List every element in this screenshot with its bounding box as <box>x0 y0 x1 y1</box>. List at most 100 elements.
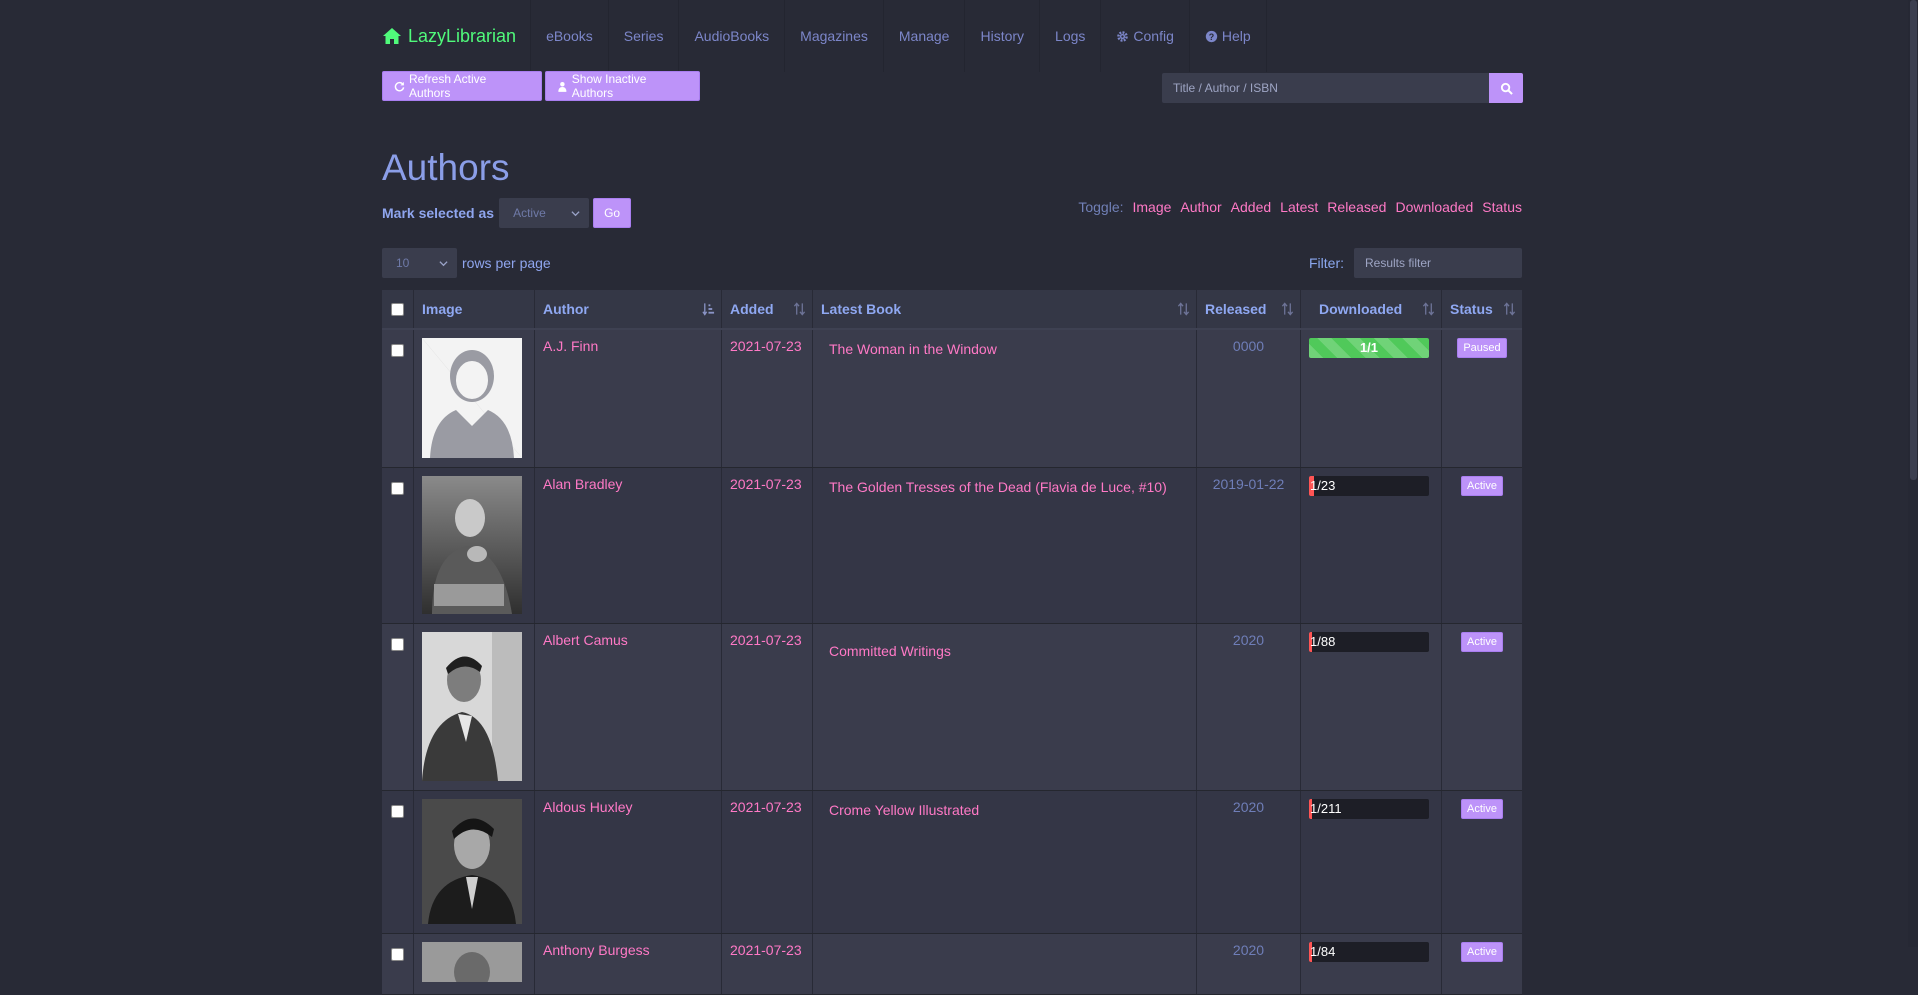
author-cell: Anthony Burgess <box>535 934 722 994</box>
released-cell: 0000 <box>1197 330 1301 467</box>
author-cell: Aldous Huxley <box>535 791 722 933</box>
brand-link[interactable]: LazyLibrarian <box>382 0 530 72</box>
mark-selected-label: Mark selected as <box>382 205 495 221</box>
nav-help[interactable]: ? Help <box>1188 0 1267 72</box>
brand-name: LazyLibrarian <box>408 25 517 46</box>
search-button[interactable] <box>1489 73 1523 103</box>
released-date: 2019-01-22 <box>1212 476 1285 492</box>
search-input[interactable] <box>1162 73 1490 103</box>
go-label: Go <box>604 206 621 220</box>
toggle-released[interactable]: Released <box>1327 199 1386 215</box>
status-badge[interactable]: Active <box>1461 476 1503 496</box>
sort-icon <box>1177 302 1190 316</box>
author-link[interactable]: Aldous Huxley <box>543 799 633 815</box>
author-link[interactable]: Alan Bradley <box>543 476 622 492</box>
row-checkbox[interactable] <box>391 482 404 495</box>
nav-logs[interactable]: Logs <box>1039 0 1100 72</box>
search-icon <box>1500 82 1513 95</box>
sort-icon <box>793 302 806 316</box>
chevron-down-icon <box>571 210 580 216</box>
results-filter-input[interactable] <box>1354 248 1522 278</box>
select-all-header <box>382 290 414 328</box>
nav-config[interactable]: Config <box>1100 0 1188 72</box>
author-link[interactable]: Albert Camus <box>543 632 628 648</box>
go-button[interactable]: Go <box>593 198 632 228</box>
row-checkbox[interactable] <box>391 344 404 357</box>
mark-status-select[interactable]: Active <box>499 198 590 228</box>
author-link[interactable]: A.J. Finn <box>543 338 598 354</box>
nav-magazines[interactable]: Magazines <box>784 0 883 72</box>
toggle-image[interactable]: Image <box>1133 199 1172 215</box>
header-author[interactable]: Author <box>535 290 722 328</box>
latest-book-link[interactable]: Committed Writings <box>821 643 1188 659</box>
user-icon <box>558 81 567 92</box>
chevron-down-icon <box>439 260 448 266</box>
nav-history[interactable]: History <box>964 0 1039 72</box>
show-inactive-authors-button[interactable]: Show Inactive Authors <box>545 71 700 101</box>
author-cell: Alan Bradley <box>535 468 722 623</box>
header-status[interactable]: Status <box>1442 290 1522 328</box>
latest-book-link[interactable]: Crome Yellow Illustrated <box>821 802 1188 818</box>
toggle-label: Toggle: <box>1078 199 1124 215</box>
status-badge[interactable]: Paused <box>1457 338 1507 358</box>
status-badge[interactable]: Active <box>1461 632 1503 652</box>
header-added[interactable]: Added <box>722 290 813 328</box>
toggle-downloaded[interactable]: Downloaded <box>1395 199 1473 215</box>
mark-status-value: Active <box>513 206 546 220</box>
header-downloaded[interactable]: Downloaded <box>1301 290 1442 328</box>
row-checkbox[interactable] <box>391 948 404 961</box>
show-inactive-authors-label: Show Inactive Authors <box>571 72 647 100</box>
row-checkbox[interactable] <box>391 805 404 818</box>
column-toggle: Toggle: Image Author Added Latest Releas… <box>1078 199 1522 215</box>
page-scrollbar[interactable] <box>1908 0 1918 947</box>
nav-audiobooks-label: AudioBooks <box>694 28 770 44</box>
status-badge[interactable]: Active <box>1461 799 1503 819</box>
added-cell: 2021-07-23 <box>722 330 813 467</box>
row-select-cell <box>382 791 414 933</box>
released-date: 2020 <box>1232 632 1265 648</box>
latest-book-link[interactable]: The Woman in the Window <box>821 341 1188 357</box>
released-date: 2020 <box>1232 942 1265 958</box>
header-latest-book[interactable]: Latest Book <box>813 290 1197 328</box>
row-select-cell <box>382 330 414 467</box>
nav-series[interactable]: Series <box>607 0 679 72</box>
author-image-cell <box>414 791 535 933</box>
refresh-active-authors-button[interactable]: Refresh Active Authors <box>382 71 542 101</box>
author-photo[interactable] <box>422 942 522 982</box>
latest-book-cell: Committed Writings <box>813 624 1197 790</box>
rows-per-page-select[interactable]: 10 <box>382 248 457 278</box>
filter-row: Filter: <box>1309 248 1522 278</box>
status-badge[interactable]: Active <box>1461 942 1503 962</box>
download-progress-bar: 1/84 <box>1309 942 1429 962</box>
latest-book-cell: The Woman in the Window <box>813 330 1197 467</box>
table-row: Albert Camus 2021-07-23 Committed Writin… <box>382 624 1522 791</box>
nav-ebooks[interactable]: eBooks <box>530 0 608 72</box>
author-photo[interactable] <box>422 632 522 781</box>
download-progress-text: 1/88 <box>1310 634 1336 649</box>
author-photo[interactable] <box>422 476 522 614</box>
author-image-cell <box>414 330 535 467</box>
header-released[interactable]: Released <box>1197 290 1301 328</box>
toggle-added[interactable]: Added <box>1231 199 1271 215</box>
toggle-latest[interactable]: Latest <box>1280 199 1318 215</box>
added-date: 2021-07-23 <box>730 476 802 492</box>
toggle-author[interactable]: Author <box>1180 199 1221 215</box>
svg-text:?: ? <box>1209 31 1214 41</box>
scrollbar-thumb[interactable] <box>1910 0 1917 480</box>
author-link[interactable]: Anthony Burgess <box>543 942 650 958</box>
row-checkbox[interactable] <box>391 638 404 651</box>
select-all-checkbox[interactable] <box>391 302 404 316</box>
nav-manage[interactable]: Manage <box>882 0 965 72</box>
added-date: 2021-07-23 <box>730 338 802 354</box>
download-progress-bar: 1/88 <box>1309 632 1429 652</box>
header-image[interactable]: Image <box>414 290 535 328</box>
author-image-cell <box>414 468 535 623</box>
navbar: LazyLibrarian eBooks Series AudioBooks M… <box>382 0 1522 72</box>
nav-audiobooks[interactable]: AudioBooks <box>678 0 784 72</box>
author-photo[interactable] <box>422 799 522 924</box>
latest-book-link[interactable]: The Golden Tresses of the Dead (Flavia d… <box>821 479 1188 495</box>
added-cell: 2021-07-23 <box>722 791 813 933</box>
released-cell: 2020 <box>1197 791 1301 933</box>
author-placeholder-image[interactable] <box>422 338 522 458</box>
toggle-status[interactable]: Status <box>1482 199 1522 215</box>
